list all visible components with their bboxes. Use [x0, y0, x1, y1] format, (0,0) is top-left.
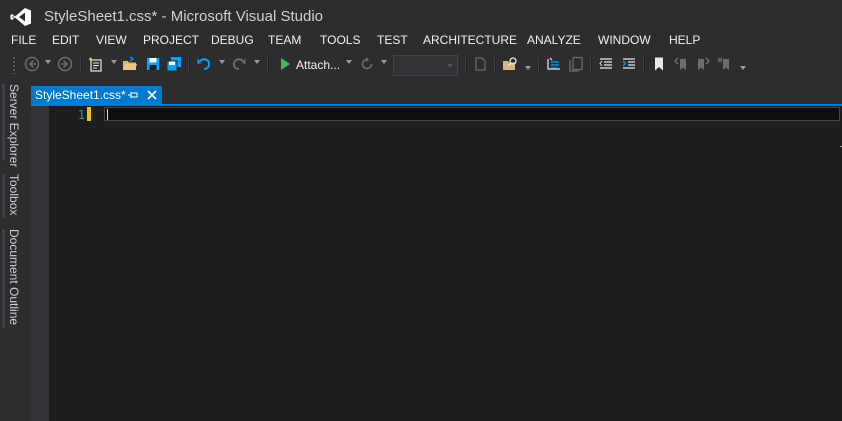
forward-icon[interactable] — [57, 56, 73, 72]
start-icon[interactable] — [277, 56, 293, 72]
new-project-icon[interactable] — [88, 56, 104, 72]
toolbar-separator — [465, 57, 467, 73]
undo-dropdown-icon[interactable] — [219, 60, 225, 64]
menu-edit[interactable]: EDIT — [52, 33, 79, 47]
toolbar-separator — [494, 57, 496, 73]
toolbar-separator — [538, 57, 540, 73]
toolbar-options-icon[interactable] — [740, 66, 746, 70]
toolbar-separator — [643, 57, 645, 73]
save-icon[interactable] — [145, 56, 161, 72]
menu-architecture[interactable]: ARCHITECTURE — [423, 33, 517, 47]
menu-window[interactable]: WINDOW — [598, 33, 651, 47]
side-tab-server-explorer[interactable]: Server Explorer — [7, 84, 21, 167]
prev-bookmark-icon[interactable] — [673, 56, 689, 72]
menu-file[interactable]: FILE — [11, 33, 36, 47]
document-tab[interactable]: StyleSheet1.css* — [31, 86, 162, 104]
side-tab-document-outline[interactable]: Document Outline — [7, 229, 21, 325]
toolbar-separator — [188, 57, 190, 73]
menu-analyze[interactable]: ANALYZE — [527, 33, 581, 47]
document-tab-label: StyleSheet1.css* — [35, 88, 126, 102]
back-icon[interactable] — [24, 56, 40, 72]
title-bar: StyleSheet1.css* - Microsoft Visual Stud… — [0, 0, 842, 32]
comment-icon[interactable] — [546, 56, 562, 72]
open-file-icon[interactable] — [122, 56, 138, 72]
menu-bar: FILE EDIT VIEW PROJECT DEBUG TEAM TOOLS … — [0, 32, 842, 50]
glyph-margin[interactable] — [31, 106, 49, 421]
bookmark-icon[interactable] — [651, 56, 667, 72]
current-line-highlight — [104, 107, 840, 121]
toolbar-separator — [590, 57, 592, 73]
redo-icon[interactable] — [231, 56, 247, 72]
unsaved-change-marker — [87, 107, 91, 121]
indent-icon[interactable] — [621, 56, 637, 72]
attach-button[interactable]: Attach... — [296, 58, 340, 72]
visual-studio-logo-icon — [10, 8, 31, 26]
menu-project[interactable]: PROJECT — [143, 33, 199, 47]
solution-config-combo[interactable] — [393, 55, 458, 76]
find-icon[interactable] — [502, 56, 518, 72]
menu-view[interactable]: VIEW — [96, 33, 127, 47]
next-bookmark-icon[interactable] — [695, 56, 711, 72]
back-dropdown-icon[interactable] — [45, 60, 51, 64]
toolbar-grip[interactable] — [12, 56, 16, 74]
menu-team[interactable]: TEAM — [268, 33, 301, 47]
outdent-icon[interactable] — [598, 56, 614, 72]
refresh-dropdown-icon[interactable] — [381, 60, 387, 64]
undo-icon[interactable] — [196, 56, 212, 72]
new-project-dropdown-icon[interactable] — [111, 60, 117, 64]
toolbar-separator — [267, 57, 269, 73]
attach-dropdown-icon[interactable] — [346, 60, 352, 64]
code-editor[interactable]: 1 — [31, 106, 842, 421]
save-all-icon[interactable] — [166, 56, 182, 72]
close-icon[interactable] — [145, 88, 159, 102]
menu-help[interactable]: HELP — [669, 33, 700, 47]
toolbar-separator — [80, 57, 82, 73]
clear-bookmarks-icon[interactable] — [717, 56, 733, 72]
standard-toolbar: Attach... — [0, 52, 842, 78]
tool-window-strip: Server Explorer Toolbox Document Outline — [0, 80, 28, 421]
uncomment-icon[interactable] — [568, 56, 584, 72]
chevron-down-icon — [447, 64, 453, 68]
text-caret — [107, 109, 108, 120]
window-title: StyleSheet1.css* - Microsoft Visual Stud… — [44, 8, 324, 25]
menu-tools[interactable]: TOOLS — [320, 33, 360, 47]
menu-test[interactable]: TEST — [377, 33, 408, 47]
tab-indicator — [2, 229, 5, 328]
line-number: 1 — [77, 108, 85, 122]
tab-indicator — [2, 84, 5, 160]
find-dropdown-icon[interactable] — [525, 66, 531, 70]
tab-indicator — [2, 174, 5, 218]
refresh-icon[interactable] — [359, 56, 375, 72]
side-tab-toolbox[interactable]: Toolbox — [7, 174, 21, 215]
pin-icon[interactable] — [127, 89, 139, 101]
new-document-icon[interactable] — [472, 56, 488, 72]
redo-dropdown-icon[interactable] — [254, 60, 260, 64]
menu-debug[interactable]: DEBUG — [211, 33, 254, 47]
